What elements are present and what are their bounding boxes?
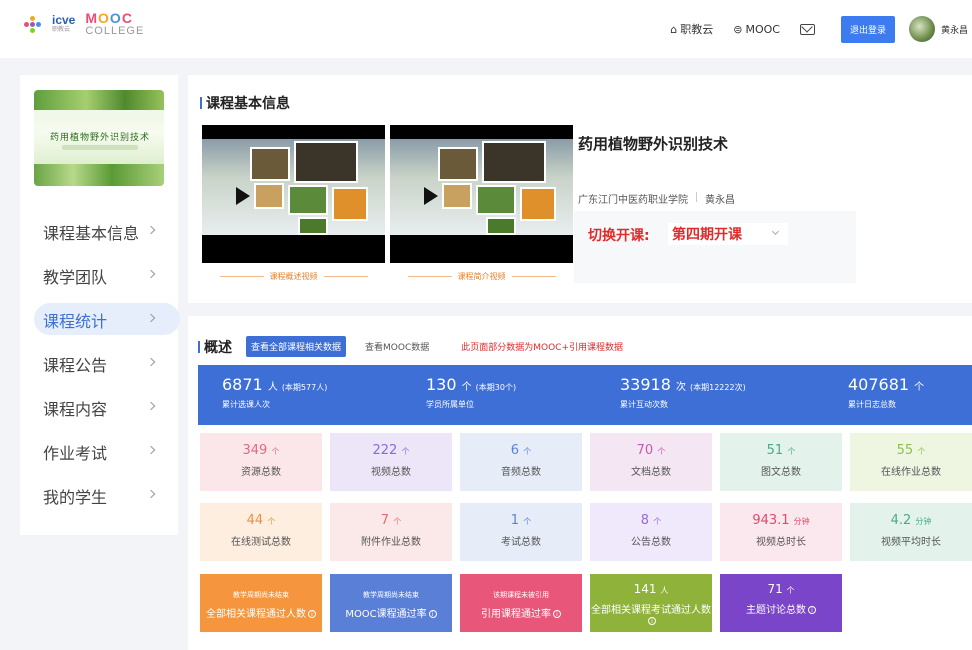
info-icon[interactable]: i [553,610,561,618]
play-icon[interactable] [424,187,438,205]
stat-tile: 7 个附件作业总数 [330,503,452,561]
stat-solid-tile[interactable]: 教学周期尚未结束 全部相关课程通过人数 i [200,574,322,632]
video-overview-caption: 课程概述视频 [202,271,385,282]
section-title-basic-info: 课程基本信息 [200,93,290,113]
nav-mooc[interactable]: ⊜ MOOC [733,23,780,36]
logout-button[interactable]: 退出登录 [840,15,895,43]
stat-tile: 70 个文档总数 [590,433,712,491]
sidebar-item-team[interactable]: 教学团队 [20,254,178,298]
section-title-overview: 概述 [198,337,232,357]
course-title: 药用植物野外识别技术 [578,135,729,153]
sidebar-item-content[interactable]: 课程内容 [20,386,178,430]
logo-college-text: COLLEGE [85,25,145,37]
info-icon[interactable]: i [648,617,656,625]
stat-solid-tile[interactable]: 141 人全部相关课程考试通过人数i [590,574,712,632]
info-icon[interactable]: i [428,610,437,618]
stat-tile: 44 个在线测试总数 [200,503,322,561]
stat-solid-tile[interactable]: 71 个主题讨论总数 i [720,574,842,632]
sidebar-item-basic-info[interactable]: 课程基本信息 [20,210,178,254]
video-thumbnail [390,139,573,235]
chevron-right-icon [146,225,156,235]
course-info-card: 课程基本信息 课程概述视频 课程简介视频 药用植物野外识别技术 广东江门中医药职… [188,75,972,303]
chevron-right-icon [146,357,156,367]
chevron-right-icon [146,401,156,411]
course-meta: 广东江门中医药职业学院 黄永昌 [578,191,735,206]
stat-interactions: 33918 次 (本期12222次) 累计互动次数 [620,375,746,409]
stat-tile: 51 个图文总数 [720,433,842,491]
tab-all-course-data[interactable]: 查看全部课程相关数据 [246,336,347,357]
sidebar: 药用植物野外识别技术 课程基本信息 教学团队 课程统计 课程公告 课程内容 作业… [20,75,180,535]
term-switcher: 切换开课: 第四期开课 [574,211,856,283]
chevron-right-icon [146,269,156,279]
stat-solid-tile[interactable]: 该期课程未被引用 引用课程通过率 i [460,574,582,632]
stat-logs: 407681 个 累计日志总数 [848,375,925,409]
site-logo[interactable]: icve 职教云 MOOC COLLEGE [22,10,145,37]
video-intro-player[interactable] [390,125,573,263]
chevron-right-icon [146,489,156,499]
stat-tile: 349 个资源总数 [200,433,322,491]
data-source-note: 此页面部分数据为MOOC+引用课程数据 [461,343,623,353]
course-cover-image: 药用植物野外识别技术 [34,90,164,186]
tab-mooc-data[interactable]: 查看MOOC数据 [360,336,434,357]
nav-zhijiaoyun[interactable]: ⌂ 职教云 [670,21,713,37]
stat-tile: 222 个视频总数 [330,433,452,491]
sidebar-item-statistics[interactable]: 课程统计 [20,298,180,342]
username[interactable]: 黄永昌 [941,23,968,36]
info-icon[interactable]: i [808,606,816,614]
overview-card: 概述 查看全部课程相关数据 查看MOOC数据 此页面部分数据为MOOC+引用课程… [188,316,972,650]
teacher-name: 黄永昌 [705,195,735,206]
sidebar-menu: 课程基本信息 教学团队 课程统计 课程公告 课程内容 作业考试 我的学生 [20,210,180,518]
chevron-right-icon [146,445,156,455]
play-icon[interactable] [236,187,250,205]
term-select[interactable]: 第四期开课 [668,223,788,245]
icve-logo-icon [22,14,46,36]
stat-tile: 8 个公告总数 [590,503,712,561]
stat-tile: 4.2 分钟 视频平均时长 [850,503,972,561]
cover-title: 药用植物野外识别技术 [49,133,150,143]
stat-tile: 6 个音频总数 [460,433,582,491]
school-name: 广东江门中医药职业学院 [578,195,688,206]
stat-units: 130 个 (本期30个) 学员所属单位 [426,375,517,409]
info-icon[interactable]: i [308,610,316,618]
avatar[interactable] [908,16,935,42]
mail-icon[interactable] [799,23,815,35]
home-icon: ⌂ [670,22,678,36]
stat-tile: 55 个在线作业总数 [850,433,972,491]
stat-tile: 1 个考试总数 [460,503,582,561]
chevron-down-icon [771,227,780,236]
stat-enrollments: 6871 人 (本期577人) 累计选课人次 [222,375,328,409]
term-switch-label: 切换开课: [588,228,650,244]
mooc-icon: ⊜ [733,22,743,36]
stat-tile: 943.1 分钟 视频总时长 [720,503,842,561]
top-navbar: icve 职教云 MOOC COLLEGE ⌂ 职教云 ⊜ MOOC 退出登录 … [0,0,972,58]
summary-band: 6871 人 (本期577人) 累计选课人次 130 个 (本期30个) 学员所属单… [198,365,972,425]
sidebar-item-announcements[interactable]: 课程公告 [20,342,178,386]
video-intro-caption: 课程简介视频 [390,271,573,282]
sidebar-item-homework[interactable]: 作业考试 [20,430,178,474]
stat-solid-tile[interactable]: 教学周期尚未结束 MOOC课程通过率 i [330,574,452,632]
logo-mooc-text: MOOC [85,10,133,26]
sidebar-item-students[interactable]: 我的学生 [20,474,178,518]
video-overview-player[interactable] [202,125,385,263]
video-thumbnail [202,139,385,235]
